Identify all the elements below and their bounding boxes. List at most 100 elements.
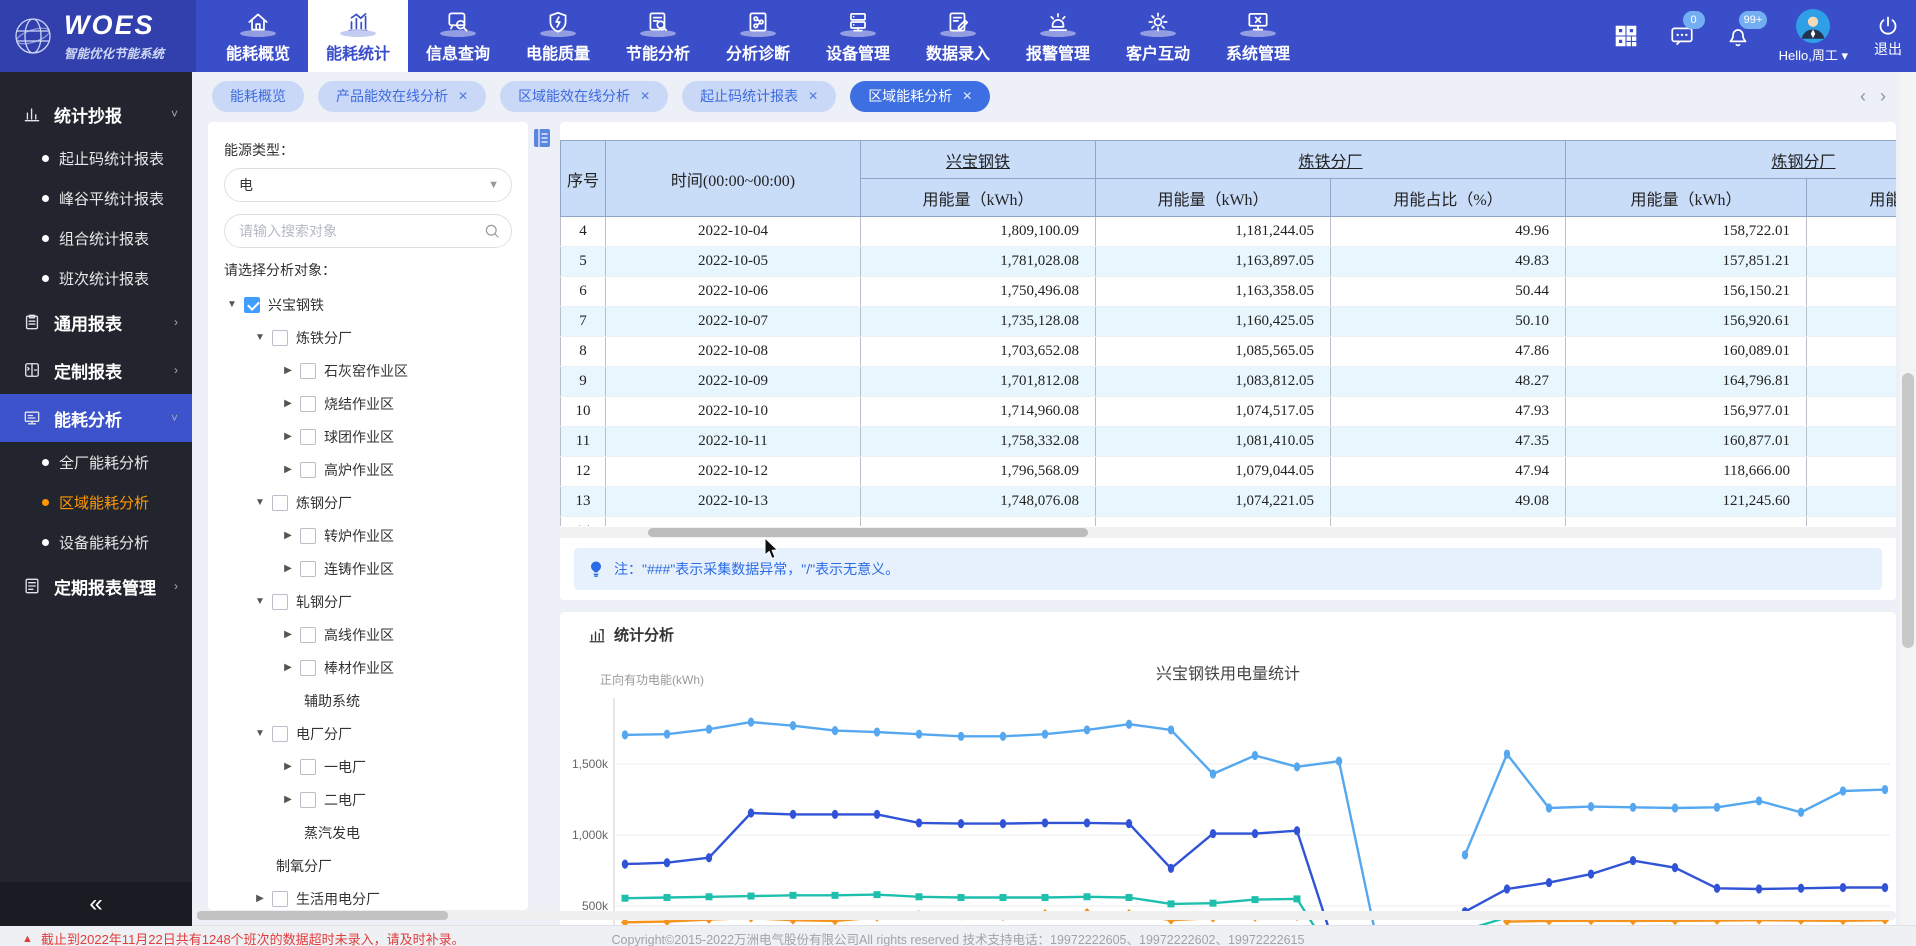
object-search-input[interactable]: 请输入搜索对象 — [224, 214, 512, 248]
series-darkblue-marker[interactable] — [874, 810, 880, 819]
table-row[interactable]: 14 — [561, 517, 1897, 527]
series-teal-marker[interactable] — [706, 893, 713, 900]
series-teal-marker[interactable] — [790, 892, 797, 899]
series-lightblue-marker[interactable] — [1672, 803, 1678, 812]
series-darkblue-marker[interactable] — [916, 818, 922, 827]
series-darkblue-marker[interactable] — [1000, 819, 1006, 828]
tree-node-烧结作业区[interactable]: ▶烧结作业区 — [224, 387, 512, 420]
tab-close-icon[interactable]: ✕ — [808, 89, 818, 103]
series-darkblue-marker[interactable] — [1756, 884, 1762, 893]
tree-node-转炉作业区[interactable]: ▶转炉作业区 — [224, 519, 512, 552]
tree-expand-icon[interactable]: ▼ — [224, 299, 240, 310]
sidebar-item-区域能耗分析[interactable]: 区域能耗分析 — [0, 482, 192, 522]
series-lightblue-marker[interactable] — [1126, 720, 1132, 729]
series-darkblue-marker[interactable] — [832, 810, 838, 819]
series-lightblue-marker[interactable] — [1252, 751, 1258, 760]
tree-node-二电厂[interactable]: ▶二电厂 — [224, 783, 512, 816]
sidebar-item-班次统计报表[interactable]: 班次统计报表 — [0, 258, 192, 298]
series-lightblue-marker[interactable] — [748, 718, 754, 727]
tree-collapse-icon[interactable]: ▶ — [280, 398, 296, 409]
user-menu[interactable]: Hello,周工 ▾ — [1779, 9, 1848, 64]
series-lightblue-marker[interactable] — [1546, 803, 1552, 812]
sidebar-section-定期报表管理[interactable]: 定期报表管理› — [0, 562, 192, 610]
tree-checkbox[interactable] — [300, 759, 316, 775]
sidebar-item-组合统计报表[interactable]: 组合统计报表 — [0, 218, 192, 258]
series-teal-marker[interactable] — [622, 895, 629, 902]
tree-node-炼钢分厂[interactable]: ▼炼钢分厂 — [224, 486, 512, 519]
tab-区域能耗分析[interactable]: 区域能耗分析✕ — [850, 81, 990, 112]
tab-close-icon[interactable]: ✕ — [458, 89, 468, 103]
tree-node-高线作业区[interactable]: ▶高线作业区 — [224, 618, 512, 651]
table-row[interactable]: 112022-10-111,758,332.081,081,410.0547.3… — [561, 427, 1897, 457]
series-lightblue-marker[interactable] — [1840, 786, 1846, 795]
nav-item-数据录入[interactable]: 数据录入 — [908, 0, 1008, 72]
series-darkblue-marker[interactable] — [958, 819, 964, 828]
series-lightblue-marker[interactable] — [1588, 802, 1594, 811]
series-darkblue-marker[interactable] — [1882, 883, 1888, 892]
tree-node-球团作业区[interactable]: ▶球团作业区 — [224, 420, 512, 453]
message-icon[interactable]: 0 — [1667, 21, 1697, 51]
series-darkblue-marker[interactable] — [1630, 856, 1636, 865]
logout-button[interactable]: 退出 — [1874, 14, 1902, 59]
series-teal-marker[interactable] — [748, 893, 755, 900]
sidebar-section-定制报表[interactable]: 定制报表› — [0, 346, 192, 394]
tree-node-生活用电分厂[interactable]: ▶生活用电分厂 — [224, 882, 512, 910]
tab-close-icon[interactable]: ✕ — [962, 89, 972, 103]
nav-item-系统管理[interactable]: 系统管理 — [1208, 0, 1308, 72]
table-row[interactable]: 82022-10-081,703,652.081,085,565.0547.86… — [561, 337, 1897, 367]
tree-collapse-icon[interactable]: ▶ — [280, 761, 296, 772]
series-darkblue-marker[interactable] — [1252, 829, 1258, 838]
tree-checkbox[interactable] — [300, 561, 316, 577]
tree-collapse-icon[interactable]: ▶ — [280, 794, 296, 805]
series-darkblue-marker[interactable] — [706, 853, 712, 862]
series-lightblue-marker[interactable] — [664, 730, 670, 739]
series-lightblue-marker[interactable] — [1630, 803, 1636, 812]
table-row[interactable]: 122022-10-121,796,568.091,079,044.0547.9… — [561, 457, 1897, 487]
tree-checkbox[interactable] — [300, 528, 316, 544]
sidebar-section-通用报表[interactable]: 通用报表› — [0, 298, 192, 346]
nav-item-电能质量[interactable]: 电能质量 — [508, 0, 608, 72]
series-darkblue-marker[interactable] — [1210, 829, 1216, 838]
alarm-bell-icon[interactable]: 99+ — [1723, 21, 1753, 51]
tree-expand-icon[interactable]: ▼ — [252, 497, 268, 508]
series-lightblue-marker[interactable] — [832, 726, 838, 735]
series-teal-marker[interactable] — [1210, 900, 1217, 907]
series-lightblue-marker[interactable] — [1336, 757, 1342, 766]
table-row[interactable]: 102022-10-101,714,960.081,074,517.0547.9… — [561, 397, 1897, 427]
series-lightblue-marker[interactable] — [916, 730, 922, 739]
tree-collapse-icon[interactable]: ▶ — [280, 563, 296, 574]
table-row[interactable]: 42022-10-041,809,100.091,181,244.0549.96… — [561, 217, 1897, 247]
tree-checkbox[interactable] — [300, 660, 316, 676]
series-darkblue-marker[interactable] — [1714, 884, 1720, 893]
series-teal-marker[interactable] — [832, 892, 839, 899]
tab-scroll-arrows[interactable]: ‹› — [1860, 86, 1900, 107]
series-darkblue-marker[interactable] — [1084, 818, 1090, 827]
tab-区域能效在线分析[interactable]: 区域能效在线分析✕ — [500, 81, 668, 112]
series-darkblue-marker[interactable] — [748, 808, 754, 817]
tree-collapse-icon[interactable]: ▶ — [280, 629, 296, 640]
series-darkblue-marker[interactable] — [1294, 826, 1300, 835]
energy-report-table[interactable]: 序号时间(00:00~00:00)兴宝钢铁炼铁分厂炼钢分厂用能量（kWh）用能量… — [560, 140, 1896, 526]
series-darkblue-marker[interactable] — [1588, 869, 1594, 878]
series-lightblue-marker[interactable] — [1798, 808, 1804, 817]
series-lightblue-marker[interactable] — [706, 725, 712, 734]
panel-collapse-icon[interactable] — [533, 128, 551, 148]
nav-item-能耗概览[interactable]: 能耗概览 — [208, 0, 308, 72]
series-lightblue-marker[interactable] — [1042, 730, 1048, 739]
series-lightblue-marker[interactable] — [1714, 803, 1720, 812]
tab-能耗概览[interactable]: 能耗概览 — [212, 81, 304, 112]
main-hscroll-thumb[interactable] — [197, 911, 448, 920]
tree-checkbox[interactable] — [272, 891, 288, 907]
tree-node-制氧分厂[interactable]: 制氧分厂 — [224, 849, 512, 882]
table-row[interactable]: 92022-10-091,701,812.081,083,812.0548.27… — [561, 367, 1897, 397]
series-lightblue-marker[interactable] — [790, 721, 796, 730]
tab-产品能效在线分析[interactable]: 产品能效在线分析✕ — [318, 81, 486, 112]
main-horizontal-scrollbar[interactable] — [196, 911, 1896, 920]
series-darkblue-marker[interactable] — [1840, 883, 1846, 892]
nav-item-报警管理[interactable]: 报警管理 — [1008, 0, 1108, 72]
series-lightblue-marker[interactable] — [622, 730, 628, 739]
series-teal-marker[interactable] — [1126, 894, 1133, 901]
tree-checkbox[interactable] — [272, 594, 288, 610]
tree-node-辅助系统[interactable]: 辅助系统 — [224, 684, 512, 717]
nav-item-客户互动[interactable]: 客户互动 — [1108, 0, 1208, 72]
